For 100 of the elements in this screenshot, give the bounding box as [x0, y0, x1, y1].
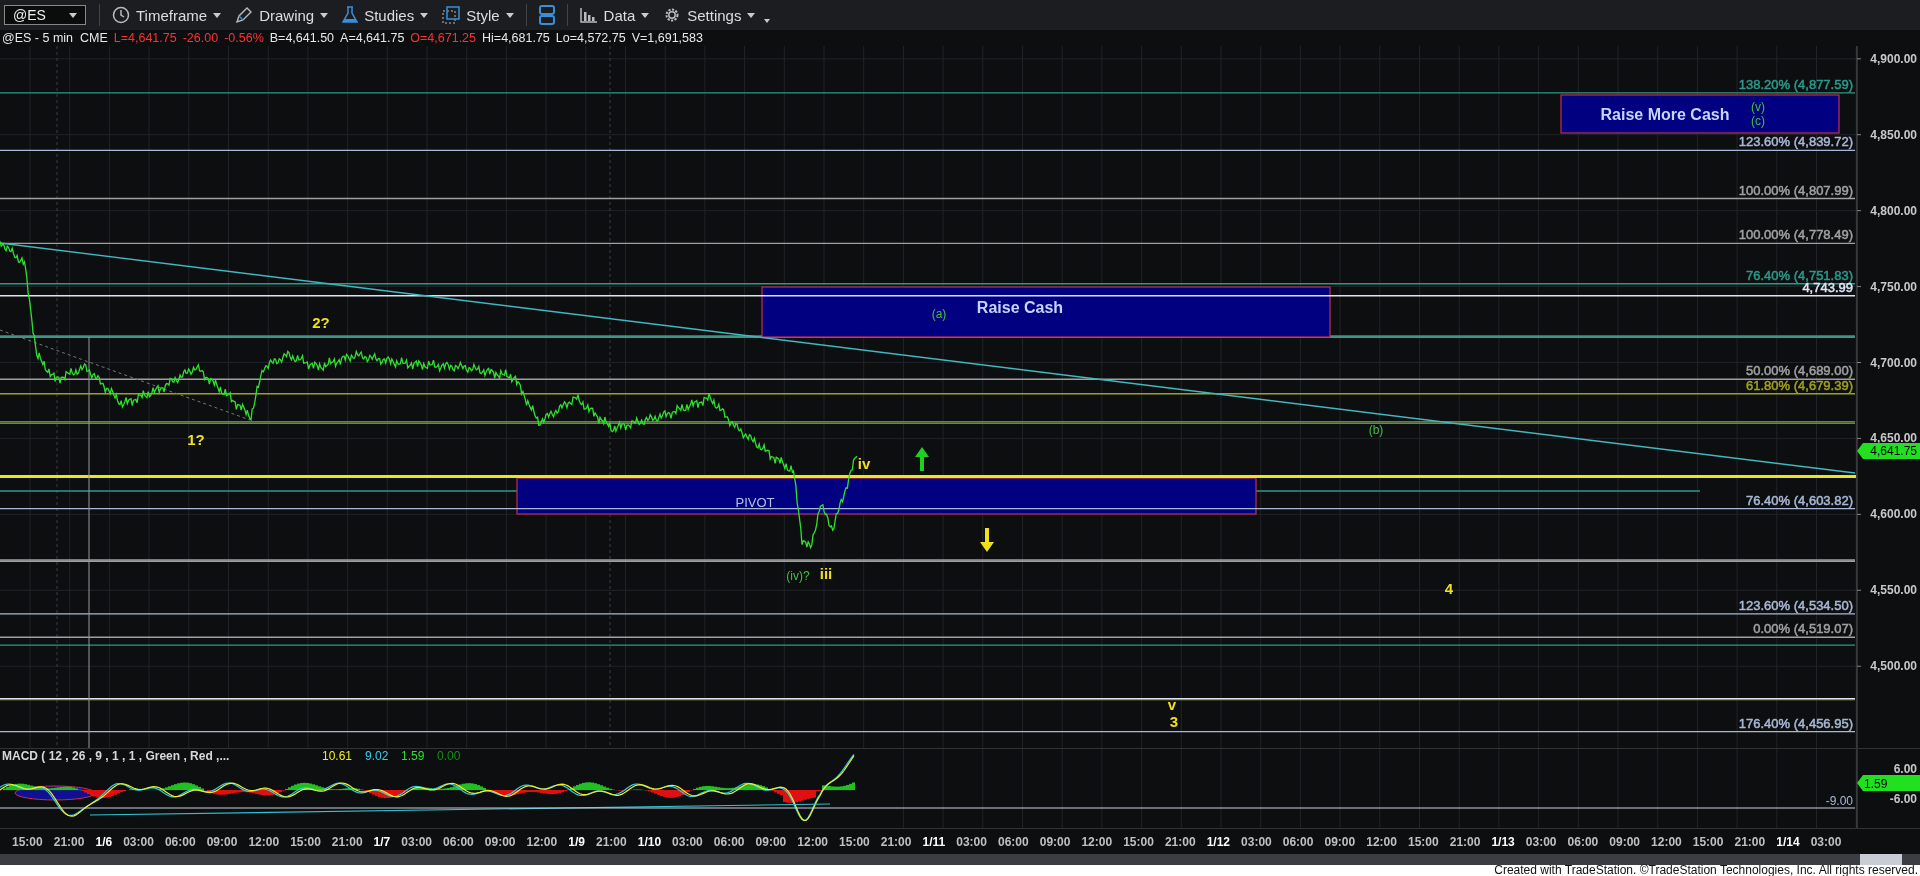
price-tick-label: 4,750.00: [1870, 279, 1917, 294]
fib-level-label: 123.60% (4,839.72): [1738, 134, 1853, 150]
price-tick-label: 4,900.00: [1870, 51, 1917, 66]
toolbar-button[interactable]: Style: [437, 2, 519, 28]
time-label: 06:00: [1282, 834, 1314, 849]
macd-title: MACD ( 12 , 26 , 9 , 1 , 1 , Green , Red ,...: [2, 749, 230, 763]
time-label: 03:00: [956, 834, 987, 849]
price-tick-label: 4,850.00: [1870, 127, 1917, 142]
fib-level-label: 61.80% (4,679.39): [1746, 377, 1853, 393]
time-label: 03:00: [1810, 834, 1842, 849]
time-label: 03:00: [123, 834, 154, 849]
zone-label: Raise Cash: [976, 299, 1064, 316]
fib-level-label: 100.00% (4,807.99): [1738, 182, 1853, 198]
fib-level-label: 176.40% (4,456.95): [1738, 715, 1853, 731]
clock-icon: [112, 6, 130, 24]
fib-level-label: 123.60% (4,534.50): [1738, 597, 1853, 613]
quote-field: -26.00: [182, 31, 219, 45]
caret-icon[interactable]: [764, 19, 771, 23]
time-label: 03:00: [1241, 834, 1272, 849]
fib-level-label: 100.00% (4,778.49): [1738, 227, 1853, 243]
wave-label: 1?: [187, 431, 205, 448]
macd-value: 0.00: [437, 749, 461, 763]
toolbar-button[interactable]: Settings: [658, 2, 761, 28]
date-label: 1/7: [373, 834, 391, 849]
time-label: 06:00: [997, 834, 1029, 849]
wave-label: (iv)?: [786, 569, 810, 583]
time-label: 09:00: [206, 834, 238, 849]
caret-icon: [69, 12, 77, 18]
wave-label: 3: [1169, 713, 1179, 730]
wave-label: 4: [1444, 580, 1454, 597]
pen-icon: [235, 6, 254, 24]
price-tick-label: 4,550.00: [1870, 583, 1917, 598]
time-label: 21:00: [880, 834, 912, 849]
date-label: 1/12: [1206, 834, 1230, 849]
zone-label: Raise More Cash: [1600, 106, 1730, 123]
time-label: 09:00: [484, 834, 516, 849]
quote-field: @ES - 5 min CME: [2, 31, 108, 45]
time-label: 15:00: [1123, 834, 1154, 849]
macd-value: 1.59: [401, 749, 425, 763]
time-label: 15:00: [12, 834, 43, 849]
macd-tick-label: 6.00: [1893, 762, 1917, 776]
date-label: 1/9: [568, 834, 585, 849]
quote-field: V=1,691,583: [631, 31, 703, 45]
time-label: 06:00: [443, 834, 474, 849]
time-label: 12:00: [1081, 834, 1113, 849]
time-label: 15:00: [1692, 834, 1724, 849]
time-label: 12:00: [526, 834, 558, 849]
style-icon: [442, 6, 461, 24]
quote-field: L=4,641.75: [113, 31, 177, 45]
date-label: 1/14: [1776, 834, 1800, 849]
wave-label: 2?: [312, 314, 330, 331]
quote-field: O=4,671.25: [410, 31, 477, 45]
time-label: 03:00: [1525, 834, 1557, 849]
last-price-badge: 4,641.75: [1857, 443, 1920, 459]
wave-label: (a): [931, 307, 947, 321]
time-label: 21:00: [53, 834, 85, 849]
time-label: 15:00: [1407, 834, 1439, 849]
fib-level-label: 50.00% (4,689.00): [1746, 363, 1853, 379]
time-label: 15:00: [290, 834, 321, 849]
flask-icon: [342, 6, 359, 24]
caret-icon: [320, 12, 329, 18]
time-label: 21:00: [331, 834, 363, 849]
bar-chart-icon: [579, 7, 598, 23]
time-label: 21:00: [1734, 834, 1766, 849]
quote-field: Lo=4,572.75: [555, 31, 626, 45]
quote-field: A=4,641.75: [340, 31, 405, 45]
macd-value: 9.02: [365, 749, 389, 763]
macd-value: 10.61: [322, 749, 353, 763]
quote-field: Hi=4,681.75: [482, 31, 550, 45]
reference-label: -9.00: [1825, 794, 1853, 808]
price-tick-label: 4,700.00: [1870, 355, 1917, 370]
symbol-field[interactable]: @ES: [4, 5, 86, 25]
time-label: 21:00: [595, 834, 627, 849]
time-label: 09:00: [1324, 834, 1356, 849]
time-label: 12:00: [797, 834, 828, 849]
scrollbar-thumb[interactable]: [1860, 854, 1902, 865]
wave-label: (b): [1368, 423, 1384, 437]
quote-field: B=4,641.50: [269, 31, 335, 45]
time-label: 21:00: [1449, 834, 1481, 849]
time-label: 06:00: [1567, 834, 1599, 849]
time-label: 09:00: [1609, 834, 1640, 849]
date-label: 1/10: [637, 834, 662, 849]
time-label: 06:00: [164, 834, 196, 849]
toolbar-button[interactable]: Data: [574, 2, 655, 28]
price-tick-label: 4,600.00: [1870, 507, 1917, 522]
macd-value-badge: 1.59: [1857, 775, 1920, 791]
time-label: 15:00: [839, 834, 870, 849]
caret-icon: [420, 12, 429, 18]
wave-label: (v): [1751, 100, 1765, 114]
zone-label: PIVOT: [735, 495, 775, 510]
fib-level-label: 0.00% (4,519.07): [1753, 621, 1853, 637]
toolbar-button[interactable]: Studies: [337, 2, 434, 28]
credit-text: Created with TradeStation. ©TradeStation Technologies, Inc. All rights reserved.: [1494, 865, 1918, 876]
toolbar-button[interactable]: Drawing: [230, 2, 334, 28]
fib-level-label: 138.20% (4,877.59): [1738, 76, 1853, 92]
toolbar-button[interactable]: Timeframe: [107, 2, 227, 28]
wave-label: iv: [857, 455, 871, 472]
time-label: 09:00: [1039, 834, 1071, 849]
layout-icon: [538, 5, 555, 25]
caret-icon: [505, 12, 514, 18]
